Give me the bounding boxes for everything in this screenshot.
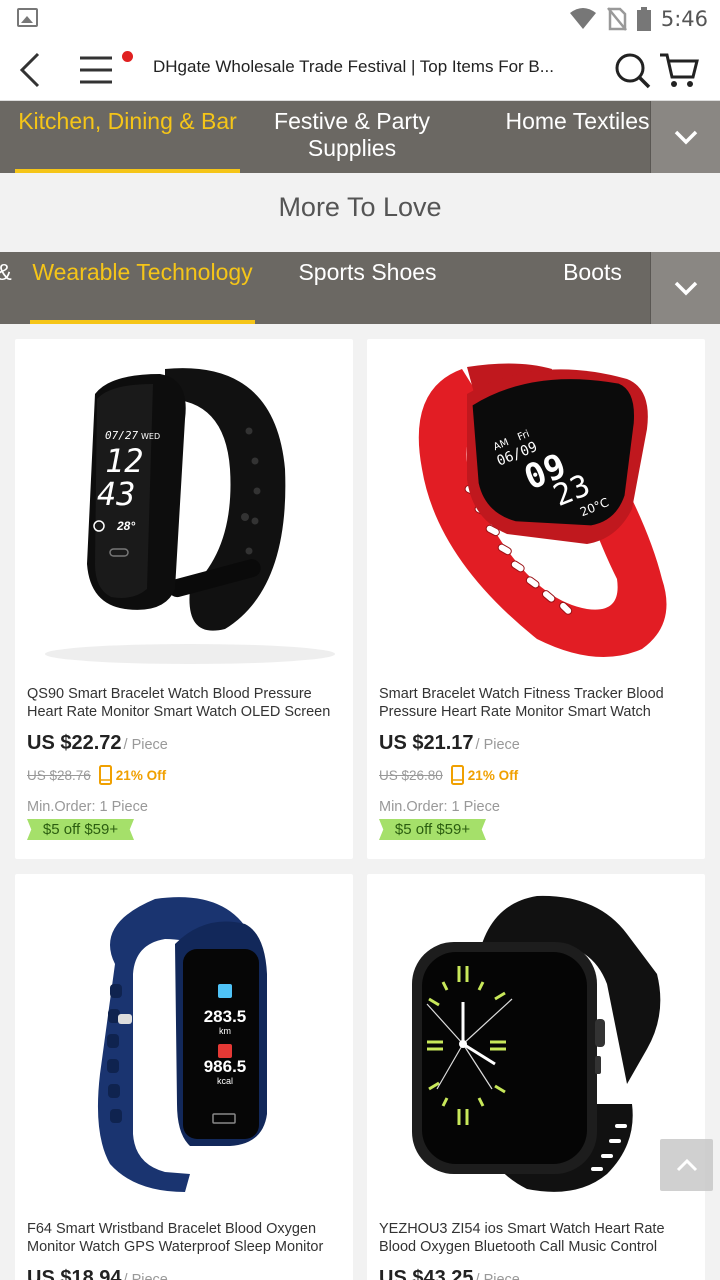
no-sim-icon xyxy=(606,7,627,31)
expand-categories-button[interactable] xyxy=(650,101,720,173)
tab-kitchen-dining-bar[interactable]: Kitchen, Dining & Bar xyxy=(15,101,240,173)
price-row: US $18.94/ Piece xyxy=(27,1267,168,1280)
coupon-tag: $5 off $59+ xyxy=(379,819,486,840)
battery-icon xyxy=(636,7,651,31)
watch-minute: 43 xyxy=(97,475,136,513)
notification-dot xyxy=(122,51,133,62)
min-order: Min.Order: 1 Piece xyxy=(27,799,148,815)
original-price: US $28.76 xyxy=(27,767,91,783)
discount-row: US $26.80 21% Off xyxy=(379,765,518,785)
wifi-icon xyxy=(569,8,596,29)
watch-distance-unit: km xyxy=(219,1026,231,1036)
min-order: Min.Order: 1 Piece xyxy=(379,799,500,815)
product-image[interactable] xyxy=(367,874,705,1214)
tab-sports-shoes[interactable]: Sports Shoes xyxy=(280,252,455,324)
subcategory-tab-bar: & Wearable Technology Sports Shoes Boots xyxy=(0,252,720,324)
price-unit: / Piece xyxy=(123,737,168,753)
price-unit: / Piece xyxy=(475,1272,520,1280)
back-to-top-button[interactable] xyxy=(660,1139,713,1191)
active-subtab-indicator xyxy=(30,320,255,324)
chevron-down-icon xyxy=(674,281,697,296)
tab-wearable-technology[interactable]: Wearable Technology xyxy=(30,252,255,324)
phone-icon xyxy=(98,765,112,785)
product-name[interactable]: QS90 Smart Bracelet Watch Blood Pressure… xyxy=(27,685,343,721)
watch-distance: 283.5 xyxy=(204,1007,247,1026)
category-tab-bar: Kitchen, Dining & Bar Festive & Party Su… xyxy=(0,101,720,173)
watch-date: 07/27 xyxy=(105,429,138,442)
watch-calories-unit: kcal xyxy=(217,1076,233,1086)
product-price: US $22.72 xyxy=(27,732,122,754)
tab-festive-party-supplies[interactable]: Festive & Party Supplies xyxy=(252,101,452,173)
product-card[interactable]: 07/27 WED 12 43 28° QS90 Smart Bracelet … xyxy=(15,339,353,859)
product-card[interactable]: YEZHOU3 ZI54 ios Smart Watch Heart Rate … xyxy=(367,874,705,1280)
chevron-down-icon xyxy=(674,130,697,145)
product-price: US $18.94 xyxy=(27,1267,122,1280)
clock: 5:46 xyxy=(660,7,708,31)
section-title: More To Love xyxy=(0,174,720,252)
discount-text: 21% Off xyxy=(115,767,167,783)
status-bar: 5:46 xyxy=(0,0,720,38)
tab-partial[interactable]: & xyxy=(0,252,14,324)
page-title: DHgate Wholesale Trade Festival | Top It… xyxy=(153,57,554,76)
back-arrow-icon[interactable] xyxy=(12,50,52,90)
menu-icon[interactable] xyxy=(76,52,116,88)
discount-text: 21% Off xyxy=(467,767,519,783)
chevron-up-icon xyxy=(676,1158,697,1172)
product-price: US $43.25 xyxy=(379,1267,474,1280)
phone-icon xyxy=(450,765,464,785)
cart-icon[interactable] xyxy=(659,50,699,90)
gallery-notification-icon xyxy=(17,8,38,27)
original-price: US $26.80 xyxy=(379,767,443,783)
search-icon[interactable] xyxy=(612,50,652,90)
watch-calories: 986.5 xyxy=(204,1057,247,1076)
discount-badge: 21% Off xyxy=(98,765,167,785)
discount-row: US $28.76 21% Off xyxy=(27,765,166,785)
price-unit: / Piece xyxy=(475,737,520,753)
discount-badge: 21% Off xyxy=(450,765,519,785)
price-row: US $21.17/ Piece xyxy=(379,732,520,755)
price-row: US $22.72/ Piece xyxy=(27,732,168,755)
price-row: US $43.25/ Piece xyxy=(379,1267,520,1280)
product-name[interactable]: YEZHOU3 ZI54 ios Smart Watch Heart Rate … xyxy=(379,1220,695,1256)
watch-day: WED xyxy=(141,432,160,441)
product-price: US $21.17 xyxy=(379,732,474,754)
product-image[interactable]: 283.5 km 986.5 kcal xyxy=(15,874,353,1214)
product-name[interactable]: F64 Smart Wristband Bracelet Blood Oxyge… xyxy=(27,1220,343,1256)
top-navigation: DHgate Wholesale Trade Festival | Top It… xyxy=(0,38,720,101)
watch-temperature: 28° xyxy=(116,519,135,533)
product-name[interactable]: Smart Bracelet Watch Fitness Tracker Blo… xyxy=(379,685,695,721)
product-image[interactable]: AM Fri 06/09 09 23 20°C xyxy=(367,339,705,679)
product-image[interactable]: 07/27 WED 12 43 28° xyxy=(15,339,353,679)
tab-boots[interactable]: Boots xyxy=(540,252,645,324)
tab-home-textiles[interactable]: Home Textiles xyxy=(485,101,670,173)
coupon-tag: $5 off $59+ xyxy=(27,819,134,840)
active-tab-indicator xyxy=(15,169,240,173)
price-unit: / Piece xyxy=(123,1272,168,1280)
product-card[interactable]: 283.5 km 986.5 kcal F64 Smart Wristband … xyxy=(15,874,353,1280)
expand-subcategories-button[interactable] xyxy=(650,252,720,324)
product-card[interactable]: AM Fri 06/09 09 23 20°C Smart Bracelet W… xyxy=(367,339,705,859)
